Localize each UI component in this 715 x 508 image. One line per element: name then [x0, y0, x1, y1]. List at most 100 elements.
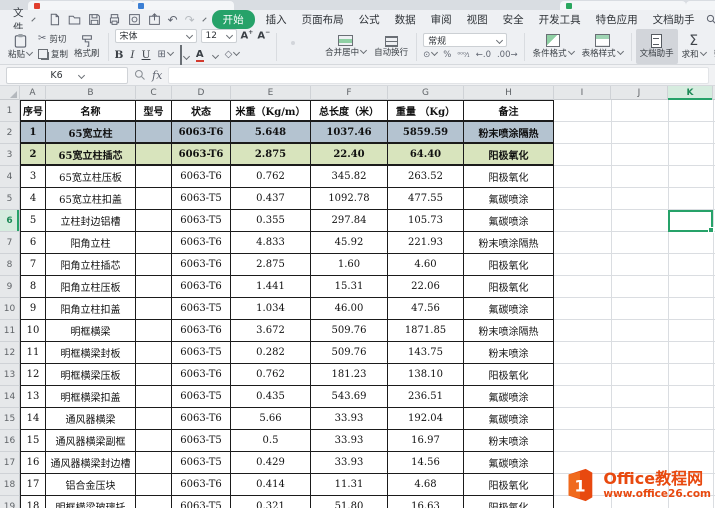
cell[interactable]: 6063-T6 [172, 408, 231, 430]
tab-doc-assistant[interactable]: 文档助手 [649, 11, 699, 28]
percent-button[interactable]: % [443, 50, 451, 60]
font-size-select[interactable]: 12 [201, 29, 237, 43]
header-cell[interactable]: 总长度（米） [311, 100, 388, 122]
cell[interactable]: 509.76 [311, 342, 388, 364]
column-header-K[interactable]: K [668, 86, 713, 100]
cell[interactable]: 6063-T6 [172, 320, 231, 342]
tab-data[interactable]: 数据 [391, 11, 420, 28]
header-cell[interactable]: 备注 [464, 100, 554, 122]
cell[interactable]: 14 [20, 408, 46, 430]
cell[interactable]: 1871.85 [388, 320, 464, 342]
merge-center-button[interactable]: 合并居中 [321, 29, 370, 64]
cut-button[interactable]: ✂剪切 [38, 33, 68, 45]
cell[interactable]: 通风器横梁副框 [46, 430, 136, 452]
cell[interactable]: 3.672 [231, 320, 311, 342]
cell[interactable]: 阳极氧化 [464, 364, 554, 386]
cell[interactable]: 立柱封边铝槽 [46, 210, 136, 232]
cell[interactable]: 18 [20, 496, 46, 508]
cell[interactable] [136, 474, 172, 496]
cell[interactable]: 粉末喷涂 [464, 430, 554, 452]
cell[interactable]: 5.66 [231, 408, 311, 430]
cell[interactable]: 3 [20, 166, 46, 188]
document-tab[interactable] [132, 1, 234, 10]
cell[interactable]: 明框横梁压板 [46, 364, 136, 386]
column-header-D[interactable]: D [172, 86, 231, 100]
cell[interactable]: 6063-T5 [172, 210, 231, 232]
cell[interactable] [136, 122, 172, 144]
column-header-E[interactable]: E [231, 86, 311, 100]
column-header-J[interactable]: J [611, 86, 668, 100]
cell[interactable]: 6063-T6 [172, 144, 231, 166]
sum-button[interactable]: Σ 求和 [678, 29, 710, 64]
cell[interactable]: 16.63 [388, 496, 464, 508]
cell[interactable]: 64.40 [388, 144, 464, 166]
cell[interactable]: 65宽立柱插芯 [46, 144, 136, 166]
cell[interactable]: 16.97 [388, 430, 464, 452]
cell[interactable]: 65宽立柱扣盖 [46, 188, 136, 210]
header-cell[interactable]: 状态 [172, 100, 231, 122]
document-tab[interactable] [686, 1, 715, 10]
tab-formulas[interactable]: 公式 [355, 11, 384, 28]
cell[interactable]: 0.282 [231, 342, 311, 364]
save-icon[interactable] [88, 12, 101, 28]
cell[interactable]: 22.06 [388, 276, 464, 298]
clear-format-button[interactable]: ◇ [225, 50, 240, 60]
cell[interactable]: 0.762 [231, 364, 311, 386]
cell[interactable]: 181.23 [311, 364, 388, 386]
header-cell[interactable]: 米重（Kg/m） [231, 100, 311, 122]
currency-button[interactable]: ⊙ [423, 50, 437, 60]
font-name-select[interactable]: 宋体 [115, 29, 197, 43]
cell[interactable]: 1092.78 [311, 188, 388, 210]
cell[interactable]: 氟碳喷涂 [464, 188, 554, 210]
cell[interactable]: 509.76 [311, 320, 388, 342]
cell[interactable]: 236.51 [388, 386, 464, 408]
align-left-button[interactable] [283, 48, 287, 52]
cell[interactable]: 4.68 [388, 474, 464, 496]
document-tab[interactable] [28, 1, 134, 10]
conditional-format-button[interactable]: 条件格式 [529, 29, 578, 64]
cell[interactable]: 粉末喷涂隔热 [464, 122, 554, 144]
cell[interactable] [136, 166, 172, 188]
cell[interactable]: 9 [20, 298, 46, 320]
cell[interactable]: 1.60 [311, 254, 388, 276]
cell[interactable]: 氟碳喷涂 [464, 210, 554, 232]
search-icon[interactable] [134, 69, 146, 81]
row-header-11[interactable]: 11 [0, 320, 20, 342]
cell[interactable]: 粉末喷涂 [464, 342, 554, 364]
cell[interactable]: 2.875 [231, 144, 311, 166]
cell[interactable]: 6063-T5 [172, 298, 231, 320]
cell[interactable]: 65宽立柱 [46, 122, 136, 144]
row-header-6[interactable]: 6 [0, 210, 20, 232]
cell[interactable]: 6063-T5 [172, 342, 231, 364]
fx-icon[interactable]: fx [152, 69, 162, 82]
cell[interactable]: 11.31 [311, 474, 388, 496]
redo-icon[interactable]: ↷ [185, 14, 195, 26]
cell[interactable]: 33.93 [311, 430, 388, 452]
cell[interactable]: 0.321 [231, 496, 311, 508]
paste-button[interactable]: 粘贴 [4, 29, 36, 64]
find-button[interactable]: 查找 [706, 12, 715, 27]
cell[interactable]: 0.762 [231, 166, 311, 188]
cell[interactable]: 氟碳喷涂 [464, 298, 554, 320]
cell[interactable]: 65宽立柱压板 [46, 166, 136, 188]
column-header-G[interactable]: G [388, 86, 464, 100]
tab-review[interactable]: 审阅 [427, 11, 456, 28]
table-style-button[interactable]: 表格样式 [578, 29, 627, 64]
cell[interactable]: 粉末喷涂隔热 [464, 232, 554, 254]
cell[interactable] [136, 364, 172, 386]
cell[interactable]: 0.355 [231, 210, 311, 232]
column-header-I[interactable]: I [554, 86, 611, 100]
cell[interactable]: 6063-T5 [172, 188, 231, 210]
cell[interactable]: 通风器横梁封边槽 [46, 452, 136, 474]
row-header-5[interactable]: 5 [0, 188, 20, 210]
increase-decimal-button[interactable]: ←.0 [476, 50, 491, 60]
cell[interactable]: 阳角立柱插芯 [46, 254, 136, 276]
cell[interactable]: 1.034 [231, 298, 311, 320]
more-commands-icon[interactable] [202, 17, 206, 21]
row-header-3[interactable]: 3 [0, 144, 20, 166]
decrease-indent-button[interactable] [307, 41, 311, 45]
cell[interactable]: 阳极氧化 [464, 496, 554, 508]
cell[interactable]: 221.93 [388, 232, 464, 254]
row-header-7[interactable]: 7 [0, 232, 20, 254]
cell[interactable] [136, 452, 172, 474]
